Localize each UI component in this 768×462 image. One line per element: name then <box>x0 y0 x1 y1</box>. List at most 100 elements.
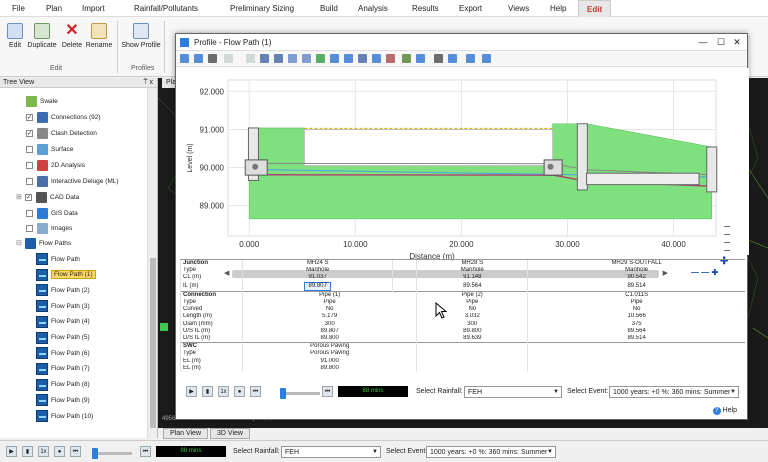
grid-cell[interactable]: Length (m) <box>180 313 243 321</box>
play-icon[interactable]: ▶ <box>6 446 17 457</box>
tree-item-clash-detection[interactable]: ✓ Clash Detection <box>26 126 97 140</box>
minimize-icon[interactable]: — <box>695 34 711 51</box>
grid-cell[interactable]: Pipe <box>416 299 528 307</box>
grid-cell[interactable]: Type <box>180 267 243 275</box>
grid-cell[interactable]: 90.542 <box>527 274 745 282</box>
menu-import[interactable]: Import <box>74 0 113 17</box>
checkbox[interactable] <box>26 161 33 169</box>
grid-cell[interactable] <box>392 267 417 275</box>
tree-item-flow-path[interactable]: Flow Path (3) <box>36 299 90 313</box>
grid-cell[interactable]: MH24 S <box>241 259 393 268</box>
record-icon[interactable]: ● <box>234 386 245 397</box>
grid-cell[interactable]: U/S IL (m) <box>180 327 243 336</box>
tree-item-flow-path[interactable]: Flow Path (9) <box>36 393 90 407</box>
profile-tool-icon[interactable] <box>372 54 381 63</box>
expand-icon[interactable]: ⊞ <box>16 193 23 201</box>
grid-cell[interactable]: Pipe <box>527 299 745 307</box>
rainfall-select[interactable]: FEH ▼ <box>281 446 381 458</box>
checkbox[interactable] <box>26 177 33 185</box>
checkbox[interactable]: ✓ <box>26 113 33 121</box>
profile-tool-icon[interactable] <box>208 54 217 63</box>
tree-item-connections-92[interactable]: ✓ Connections (92) <box>26 110 101 124</box>
grid-cell[interactable]: MH28 S <box>416 259 528 268</box>
slider-knob[interactable] <box>280 388 286 399</box>
profile-tool-icon[interactable] <box>358 54 367 63</box>
menu-build[interactable]: Build <box>312 0 346 17</box>
profile-tool-icon[interactable] <box>416 54 425 63</box>
grid-cell[interactable]: 89.807 <box>241 327 417 336</box>
menu-help[interactable]: Help <box>542 0 574 17</box>
grid-cell[interactable]: 91.000 <box>241 357 417 365</box>
profile-tool-icon[interactable] <box>274 54 283 63</box>
checkbox[interactable] <box>26 224 33 232</box>
tree-item-flow-path[interactable]: Flow Path (2) <box>36 283 90 297</box>
grid-cell[interactable] <box>527 364 745 373</box>
grid-cell[interactable]: 89.807 <box>241 281 393 292</box>
profile-chart[interactable]: 92.000 91.000 90.000 89.000 0.000 10.000 20.00… <box>176 68 749 278</box>
grid-cell[interactable] <box>527 357 745 365</box>
grid-cell[interactable]: 91.037 <box>241 274 393 282</box>
grid-cell[interactable]: 89.514 <box>527 281 745 292</box>
grid-cell[interactable]: 89.800 <box>416 327 528 336</box>
tab-3d-view[interactable]: 3D View <box>210 428 250 439</box>
help-link[interactable]: ? Help <box>712 407 737 415</box>
grid-cell[interactable]: Pipe <box>241 299 417 307</box>
grid-cell[interactable]: No <box>527 306 745 314</box>
checkbox[interactable] <box>26 209 33 217</box>
profile-tool-icon[interactable] <box>288 54 297 63</box>
menu-file[interactable]: File <box>4 0 33 17</box>
grid-cell[interactable]: Curved <box>180 306 243 314</box>
slider-knob[interactable] <box>92 448 98 459</box>
speed-icon[interactable]: 1x <box>38 446 49 457</box>
record-icon[interactable]: ● <box>54 446 65 457</box>
delete-button[interactable]: ✕ Delete <box>57 23 87 50</box>
profile-tool-icon[interactable] <box>194 54 203 63</box>
menu-results[interactable]: Results <box>404 0 447 17</box>
profile-tool-icon[interactable] <box>180 54 189 63</box>
rename-button[interactable]: Rename <box>84 23 114 49</box>
tree-item-flow-paths[interactable]: ⊟ Flow Paths <box>16 236 71 250</box>
profile-tool-icon[interactable] <box>224 54 233 63</box>
tree-item-interactive-deluge-ml[interactable]: Interactive Deluge (ML) <box>26 174 119 188</box>
pin-close-icon[interactable]: ⍑ x <box>143 78 153 88</box>
profile-tool-icon[interactable] <box>330 54 339 63</box>
event-select[interactable]: 1000 years: +0 %: 360 mins: Summer ▼ <box>609 386 739 398</box>
menu-rainfall-pollutants[interactable]: Rainfall/Pollutants <box>126 0 206 17</box>
menu-preliminary-sizing[interactable]: Preliminary Sizing <box>222 0 302 17</box>
grid-cell[interactable]: Manhole <box>241 267 393 275</box>
grid-cell[interactable]: 375 <box>527 320 745 328</box>
grid-header-cell[interactable]: SWC <box>180 342 243 351</box>
profile-tool-icon[interactable] <box>482 54 491 63</box>
tree-item-swale[interactable]: Swale <box>26 94 58 108</box>
checkbox[interactable]: ✓ <box>26 129 33 137</box>
grid-cell[interactable]: 10.566 <box>527 313 745 321</box>
grid-cell[interactable] <box>392 281 417 292</box>
collapse-icon[interactable]: ⊟ <box>16 239 23 247</box>
grid-cell[interactable] <box>392 274 417 282</box>
profile-tool-icon[interactable] <box>260 54 269 63</box>
grid-cell[interactable]: 89.800 <box>241 335 417 343</box>
tree-item-flow-path[interactable]: Flow Path (4) <box>36 315 90 329</box>
profile-tool-icon[interactable] <box>386 54 395 63</box>
grid-cell[interactable]: 5.179 <box>241 313 417 321</box>
close-icon[interactable]: ✕ <box>729 34 745 51</box>
show-profile-button[interactable]: Show Profile <box>121 23 161 49</box>
grid-cell[interactable] <box>392 259 417 268</box>
step-back-icon[interactable]: ⏮ <box>140 446 151 457</box>
profile-tool-icon[interactable] <box>466 54 475 63</box>
cell-editor-input[interactable]: 89.807 <box>304 281 331 291</box>
profile-tool-icon[interactable] <box>434 54 443 63</box>
step-icon[interactable]: ▮ <box>22 446 33 457</box>
grid-cell[interactable]: Porous Paving <box>241 342 417 351</box>
menu-export[interactable]: Export <box>451 0 490 17</box>
maximize-icon[interactable]: ☐ <box>713 34 729 51</box>
grid-cell[interactable]: 300 <box>241 320 417 328</box>
grid-cell[interactable]: Type <box>180 350 243 358</box>
grid-cell[interactable]: Type <box>180 299 243 307</box>
profile-tool-icon[interactable] <box>246 54 255 63</box>
event-select[interactable]: 1000 years: +0 %: 360 mins: Summer ▼ <box>426 446 556 458</box>
profile-tool-icon[interactable] <box>402 54 411 63</box>
grid-header-cell[interactable]: Junction <box>180 259 243 268</box>
tree-item-flow-path[interactable]: Flow Path (5) <box>36 331 90 345</box>
grid-header-cell[interactable]: Connection <box>180 290 243 300</box>
